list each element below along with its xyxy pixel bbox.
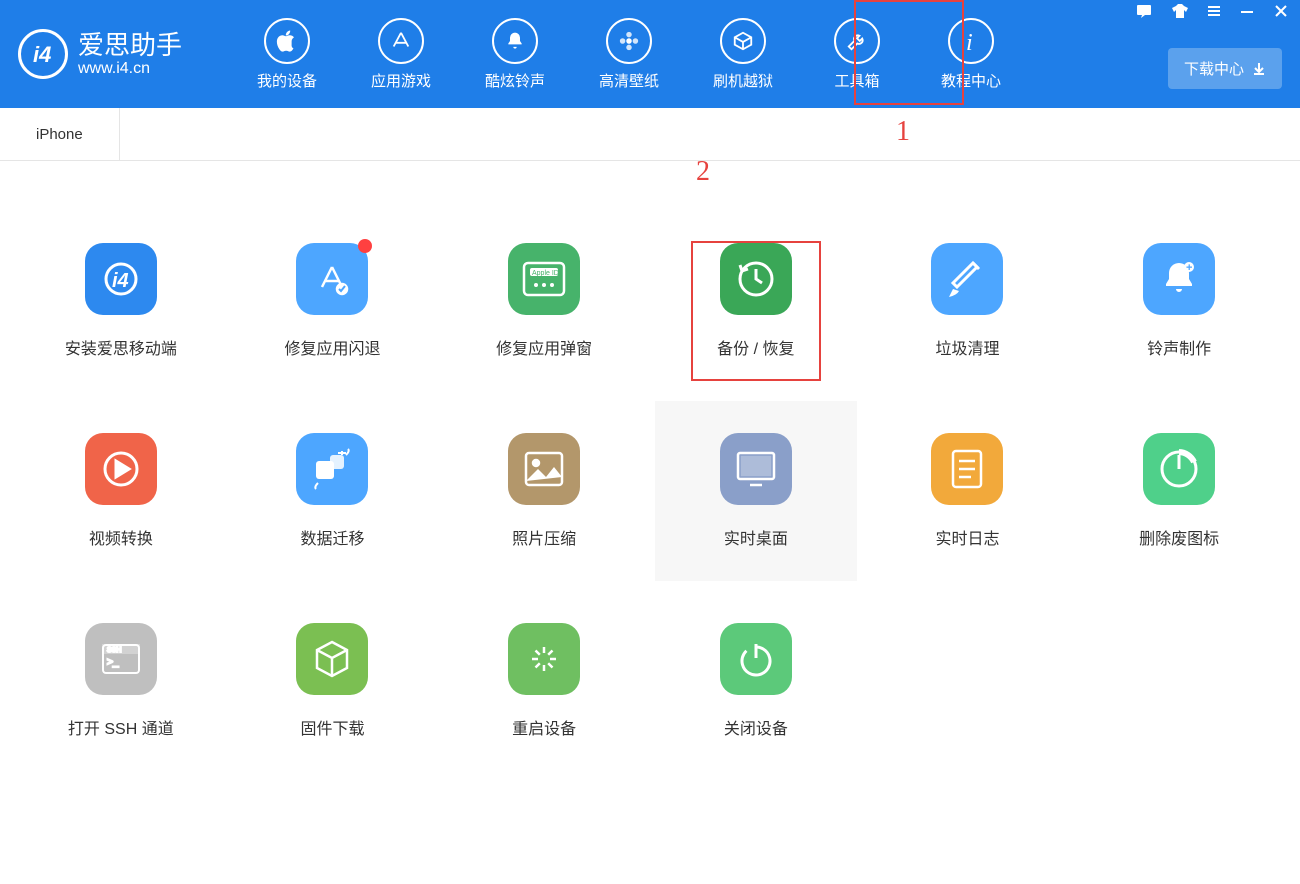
logo-area: i4 爱思助手 www.i4.cn — [0, 0, 200, 108]
tool-item-10[interactable]: 实时日志 — [867, 401, 1069, 581]
appstore-icon — [378, 18, 424, 64]
logo-icon: i4 — [18, 29, 68, 79]
tab-iphone[interactable]: iPhone — [0, 108, 120, 160]
notification-badge — [358, 239, 372, 253]
tool-item-3[interactable]: 备份 / 恢复 — [655, 211, 857, 391]
svg-text:i4: i4 — [112, 270, 129, 292]
svg-text:SSH: SSH — [107, 647, 121, 654]
nav-ringtones[interactable]: 酷炫铃声 — [458, 0, 572, 108]
tool-item-13[interactable]: 固件下载 — [232, 591, 434, 771]
tool-icon — [508, 433, 580, 505]
tool-label: 垃圾清理 — [935, 335, 999, 359]
menu-icon[interactable] — [1204, 2, 1224, 23]
box-icon — [720, 18, 766, 64]
tool-label: 实时桌面 — [724, 525, 788, 549]
feedback-icon[interactable] — [1132, 2, 1156, 23]
tool-label: 删除废图标 — [1139, 525, 1219, 549]
tool-label: 固件下载 — [300, 715, 364, 739]
nav-flash[interactable]: 刷机越狱 — [686, 0, 800, 108]
download-center-button[interactable]: 下载中心 — [1168, 48, 1282, 89]
tool-label: 打开 SSH 通道 — [68, 715, 174, 739]
tool-label: 实时日志 — [935, 525, 999, 549]
nav-apps[interactable]: 应用游戏 — [344, 0, 458, 108]
tool-item-1[interactable]: 修复应用闪退 — [232, 211, 434, 391]
close-icon[interactable] — [1270, 2, 1292, 23]
tool-item-7[interactable]: 数据迁移 — [232, 401, 434, 581]
tool-item-4[interactable]: 垃圾清理 — [867, 211, 1069, 391]
tool-icon — [720, 623, 792, 695]
tool-icon: Apple ID — [508, 243, 580, 315]
minimize-icon[interactable] — [1236, 2, 1258, 23]
tool-icon — [1143, 433, 1215, 505]
tool-grid: i4 安装爱思移动端 修复应用闪退 Apple ID 修复应用弹窗 备份 / 恢复 垃圾清理… — [20, 211, 1280, 771]
svg-text:i4: i4 — [33, 42, 51, 67]
main-content: 2 i4安装爱思移动端修复应用闪退Apple ID修复应用弹窗备份 / 恢复垃圾… — [0, 161, 1300, 791]
app-title: 爱思助手 — [78, 31, 182, 60]
apple-icon — [264, 18, 310, 64]
tool-icon — [296, 433, 368, 505]
logo-text: 爱思助手 www.i4.cn — [78, 31, 182, 77]
tool-item-8[interactable]: 照片压缩 — [443, 401, 645, 581]
tool-label: 安装爱思移动端 — [65, 335, 177, 359]
tool-icon — [931, 243, 1003, 315]
tool-item-0[interactable]: i4 安装爱思移动端 — [20, 211, 222, 391]
download-icon — [1252, 62, 1266, 76]
tool-icon — [296, 243, 368, 315]
tool-icon — [931, 433, 1003, 505]
nav-wallpapers[interactable]: 高清壁纸 — [572, 0, 686, 108]
tool-label: 备份 / 恢复 — [717, 335, 794, 359]
tool-item-14[interactable]: 重启设备 — [443, 591, 645, 771]
skin-icon[interactable] — [1168, 2, 1192, 23]
tool-label: 修复应用闪退 — [284, 335, 380, 359]
bell-icon — [492, 18, 538, 64]
tool-item-9[interactable]: 实时桌面 — [655, 401, 857, 581]
tool-icon: i4 — [85, 243, 157, 315]
tool-item-5[interactable]: + 铃声制作 — [1078, 211, 1280, 391]
svg-text:i: i — [966, 30, 973, 52]
tool-item-11[interactable]: 删除废图标 — [1078, 401, 1280, 581]
tool-item-2[interactable]: Apple ID 修复应用弹窗 — [443, 211, 645, 391]
tool-icon — [720, 433, 792, 505]
window-controls — [1124, 0, 1300, 25]
tool-icon: SSH >_ — [85, 623, 157, 695]
tool-item-12[interactable]: SSH >_ 打开 SSH 通道 — [20, 591, 222, 771]
tool-icon — [85, 433, 157, 505]
flower-icon — [606, 18, 652, 64]
tool-icon — [296, 623, 368, 695]
svg-text:>_: >_ — [107, 657, 119, 668]
nav-my-device[interactable]: 我的设备 — [230, 0, 344, 108]
tool-label: 重启设备 — [512, 715, 576, 739]
tool-icon — [508, 623, 580, 695]
tool-icon — [720, 243, 792, 315]
tool-label: 修复应用弹窗 — [496, 335, 592, 359]
tool-label: 照片压缩 — [512, 525, 576, 549]
svg-text:+: + — [1186, 262, 1192, 274]
annotation-2-label: 2 — [696, 156, 710, 188]
tool-item-6[interactable]: 视频转换 — [20, 401, 222, 581]
svg-text:Apple ID: Apple ID — [532, 270, 559, 277]
device-tab-bar: iPhone — [0, 108, 1300, 161]
tool-label: 数据迁移 — [300, 525, 364, 549]
tool-icon: + — [1143, 243, 1215, 315]
annotation-1-box — [854, 0, 964, 105]
tool-item-15[interactable]: 关闭设备 — [655, 591, 857, 771]
tool-label: 铃声制作 — [1147, 335, 1211, 359]
tool-label: 视频转换 — [89, 525, 153, 549]
app-subtitle: www.i4.cn — [78, 60, 182, 78]
app-header: i4 爱思助手 www.i4.cn 我的设备 应用游戏 酷炫铃声 高清壁纸 刷机… — [0, 0, 1300, 108]
tool-label: 关闭设备 — [724, 715, 788, 739]
